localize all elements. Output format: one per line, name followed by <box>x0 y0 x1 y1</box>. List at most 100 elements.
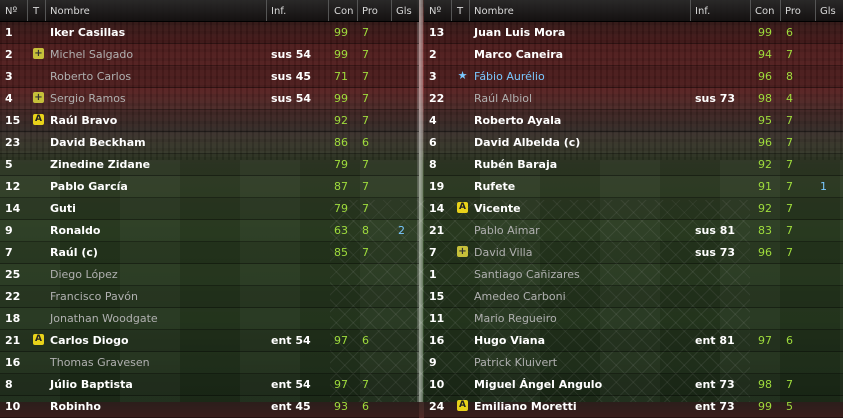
player-name: David Villa <box>474 246 533 259</box>
player-number: 10 <box>429 378 445 391</box>
player-name: Raúl (c) <box>50 246 98 259</box>
player-condition: 92 <box>758 158 772 171</box>
player-row[interactable]: 2 Marco Caneira 94 7 <box>424 44 843 66</box>
player-rating: 7 <box>786 48 793 61</box>
player-row[interactable]: 25 Diego López <box>0 264 419 286</box>
player-condition: 92 <box>334 114 348 127</box>
player-row[interactable]: 22 Francisco Pavón <box>0 286 419 308</box>
star-icon: ★ <box>457 69 468 82</box>
header-rating[interactable]: Pro <box>785 6 801 17</box>
player-row[interactable]: 7 + David Villa sus 73 96 7 <box>424 242 843 264</box>
player-info: ent 81 <box>695 334 735 347</box>
player-row[interactable]: 15 Amedeo Carboni <box>424 286 843 308</box>
player-row[interactable]: 21 A Carlos Diogo ent 54 97 6 <box>0 330 419 352</box>
player-number: 19 <box>429 180 445 193</box>
player-rating: 7 <box>362 202 369 215</box>
player-row[interactable]: 6 David Albelda (c) 96 7 <box>424 132 843 154</box>
player-row[interactable]: 7 Raúl (c) 85 7 <box>0 242 419 264</box>
player-row[interactable]: 16 Thomas Gravesen <box>0 352 419 374</box>
player-row[interactable]: 10 Miguel Ángel Angulo ent 73 98 7 <box>424 374 843 396</box>
player-number: 3 <box>429 70 437 83</box>
player-number: 16 <box>429 334 445 347</box>
header-separator <box>750 0 751 21</box>
player-condition: 71 <box>334 70 348 83</box>
player-name: Roberto Ayala <box>474 114 562 127</box>
player-name: David Albelda (c) <box>474 136 581 149</box>
player-condition: 92 <box>758 202 772 215</box>
player-row[interactable]: 14 Guti 79 7 <box>0 198 419 220</box>
player-row[interactable]: 2 + Michel Salgado sus 54 99 7 <box>0 44 419 66</box>
player-row[interactable]: 3 ★ Fábio Aurélio 96 8 <box>424 66 843 88</box>
player-condition: 96 <box>758 246 772 259</box>
player-condition: 95 <box>758 114 772 127</box>
header-name[interactable]: Nombre <box>50 6 90 17</box>
player-row[interactable]: 10 Robinho ent 45 93 6 <box>0 396 419 418</box>
player-info: sus 73 <box>695 92 736 105</box>
player-name: David Beckham <box>50 136 146 149</box>
player-rating: 7 <box>786 378 793 391</box>
player-info: sus 81 <box>695 224 736 237</box>
header-tag[interactable]: T <box>457 6 463 17</box>
player-row[interactable]: 9 Ronaldo 63 8 2 <box>0 220 419 242</box>
player-condition: 91 <box>758 180 772 193</box>
player-info: ent 73 <box>695 378 735 391</box>
header-info[interactable]: Inf. <box>271 6 286 17</box>
player-number: 18 <box>5 312 21 325</box>
player-number: 7 <box>5 246 13 259</box>
player-condition: 97 <box>334 334 348 347</box>
player-goals: 2 <box>398 224 405 237</box>
header-separator <box>469 0 470 21</box>
header-tag[interactable]: T <box>33 6 39 17</box>
header-rating[interactable]: Pro <box>362 6 378 17</box>
player-row[interactable]: 1 Santiago Cañizares <box>424 264 843 286</box>
player-row[interactable]: 16 Hugo Viana ent 81 97 6 <box>424 330 843 352</box>
player-row[interactable]: 3 Roberto Carlos sus 45 71 7 <box>0 66 419 88</box>
player-condition: 85 <box>334 246 348 259</box>
player-row[interactable]: 15 A Raúl Bravo 92 7 <box>0 110 419 132</box>
player-rating: 7 <box>362 70 369 83</box>
player-name: Marco Caneira <box>474 48 564 61</box>
player-row[interactable]: 11 Mario Regueiro <box>424 308 843 330</box>
player-row[interactable]: 19 Rufete 91 7 1 <box>424 176 843 198</box>
header-number[interactable]: Nº <box>429 6 441 17</box>
header-name[interactable]: Nombre <box>474 6 514 17</box>
header-goals[interactable]: Gls <box>396 6 412 17</box>
player-row[interactable]: 8 Júlio Baptista ent 54 97 7 <box>0 374 419 396</box>
player-number: 7 <box>429 246 437 259</box>
player-name: Pablo García <box>50 180 128 193</box>
player-row[interactable]: 5 Zinedine Zidane 79 7 <box>0 154 419 176</box>
player-row[interactable]: 18 Jonathan Woodgate <box>0 308 419 330</box>
player-condition: 99 <box>334 48 348 61</box>
player-condition: 79 <box>334 158 348 171</box>
player-row[interactable]: 4 + Sergio Ramos sus 54 99 7 <box>0 88 419 110</box>
player-row[interactable]: 14 A Vicente 92 7 <box>424 198 843 220</box>
player-row[interactable]: 22 Raúl Albiol sus 73 98 4 <box>424 88 843 110</box>
header-condition[interactable]: Con <box>334 6 353 17</box>
player-row[interactable]: 9 Patrick Kluivert <box>424 352 843 374</box>
player-row[interactable]: 21 Pablo Aimar sus 81 83 7 <box>424 220 843 242</box>
plus-icon: + <box>33 48 44 59</box>
header-condition[interactable]: Con <box>755 6 774 17</box>
player-info: ent 54 <box>271 378 311 391</box>
header-separator <box>266 0 267 21</box>
player-row[interactable]: 8 Rubén Baraja 92 7 <box>424 154 843 176</box>
player-row[interactable]: 23 David Beckham 86 6 <box>0 132 419 154</box>
header-goals[interactable]: Gls <box>820 6 836 17</box>
header-info[interactable]: Inf. <box>695 6 710 17</box>
player-condition: 86 <box>334 136 348 149</box>
player-info: ent 54 <box>271 334 311 347</box>
player-row[interactable]: 4 Roberto Ayala 95 7 <box>424 110 843 132</box>
player-row[interactable]: 13 Juan Luis Mora 99 6 <box>424 22 843 44</box>
player-rating: 7 <box>786 158 793 171</box>
player-goals: 1 <box>820 180 827 193</box>
player-name: Pablo Aimar <box>474 224 540 237</box>
player-row[interactable]: 1 Iker Casillas 99 7 <box>0 22 419 44</box>
player-rating: 7 <box>362 48 369 61</box>
player-row[interactable]: 24 A Emiliano Moretti ent 73 99 5 <box>424 396 843 418</box>
header-separator <box>451 0 452 21</box>
player-name: Juan Luis Mora <box>474 26 566 39</box>
header-number[interactable]: Nº <box>5 6 17 17</box>
player-row[interactable]: 12 Pablo García 87 7 <box>0 176 419 198</box>
player-number: 14 <box>5 202 21 215</box>
player-name: Júlio Baptista <box>50 378 133 391</box>
